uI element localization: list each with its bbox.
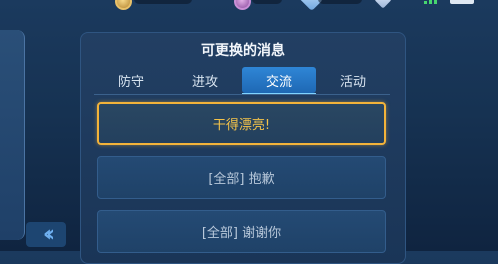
tab-attack[interactable]: 进攻 <box>168 67 242 93</box>
top-status-bar <box>0 0 498 12</box>
tab-defense[interactable]: 防守 <box>94 67 168 93</box>
gold-amount-bar <box>134 0 192 4</box>
gem-icon <box>234 0 251 10</box>
double-chevron-left-icon: ‹‹ <box>42 221 55 247</box>
battery-icon <box>450 0 474 4</box>
signal-icon <box>424 0 438 4</box>
message-category-tabs: 防守 进攻 交流 活动 <box>94 67 390 95</box>
message-option-sorry[interactable]: [全部] 抱歉 <box>97 156 386 199</box>
tab-event[interactable]: 活动 <box>316 67 390 93</box>
left-side-panel <box>0 30 25 240</box>
message-option-well-done[interactable]: 干得漂亮! <box>97 102 386 145</box>
diamond-amount-bar <box>318 0 362 4</box>
collapse-button[interactable]: ‹‹ <box>26 222 66 247</box>
gold-coin-icon <box>115 0 132 10</box>
quick-message-panel: 可更换的消息 防守 进攻 交流 活动 干得漂亮! [全部] 抱歉 [全部] 谢谢… <box>80 32 406 264</box>
tab-communication[interactable]: 交流 <box>242 67 316 95</box>
gem-amount-bar <box>252 0 282 4</box>
tab-divider <box>94 94 390 95</box>
panel-title: 可更换的消息 <box>201 43 285 59</box>
message-option-thank-you[interactable]: [全部] 谢谢你 <box>97 210 386 253</box>
crystal-icon <box>374 0 392 9</box>
